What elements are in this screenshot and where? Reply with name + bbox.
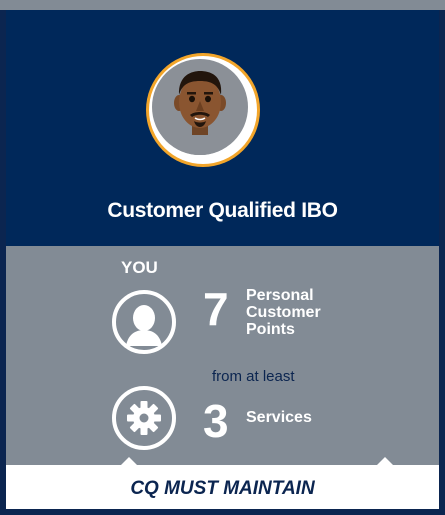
- cq-card: Customer Qualified IBO YOU 7 Personal Cu…: [0, 0, 445, 515]
- services-number: 3: [203, 395, 229, 447]
- footer-banner: CQ MUST MAINTAIN: [6, 465, 439, 509]
- person-head-icon: [112, 290, 176, 354]
- card-title: Customer Qualified IBO: [107, 199, 338, 222]
- points-number: 7: [203, 283, 229, 335]
- connector-text: from at least: [212, 368, 295, 385]
- avatar: [146, 53, 260, 167]
- you-label: YOU: [121, 258, 158, 277]
- man-avatar-icon: [152, 59, 248, 155]
- top-strip: [0, 0, 445, 10]
- services-label: Services: [246, 409, 312, 426]
- points-label: Personal Customer Points: [246, 287, 321, 338]
- gear-icon: [112, 386, 176, 450]
- footer-label: CQ MUST MAINTAIN: [130, 478, 315, 499]
